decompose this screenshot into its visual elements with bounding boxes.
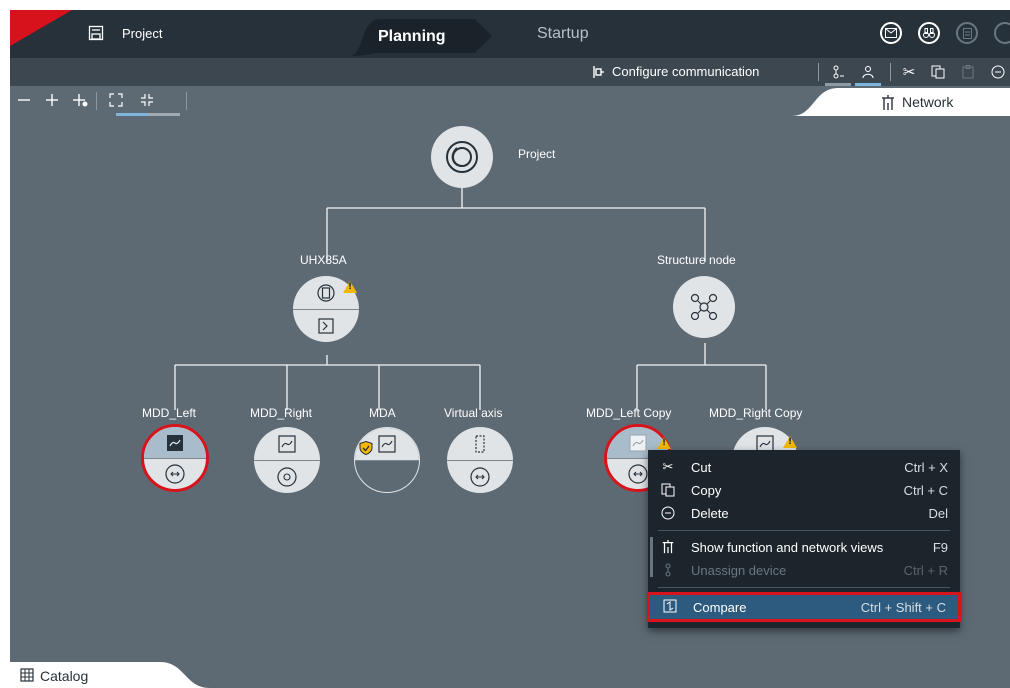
drive-icon [629,434,647,451]
menu-item-cut[interactable]: ✂ Cut Ctrl + X [648,456,960,478]
menu-item-shortcut: Del [928,506,948,521]
menu-item-shortcut: Ctrl + Shift + C [860,600,946,615]
rotation-icon [165,463,185,484]
project-node-label: Project [518,147,556,161]
menu-item-delete[interactable]: Delete Del [648,502,960,524]
menu-item-label: Copy [691,483,722,498]
menu-item-label: Cut [691,460,712,475]
drive-icon [378,435,396,453]
virtual-axis-half [447,427,513,461]
project-logo-icon [446,141,478,173]
group-label: Structure node [657,253,736,267]
catalog-label: Catalog [40,668,89,684]
warning-icon [657,437,671,449]
program-icon [318,317,334,334]
drive-icon [167,434,183,451]
device-node[interactable] [354,427,420,493]
controller-icon [317,283,335,302]
network-icon [660,539,676,555]
axis-half [254,460,320,493]
menu-item-shortcut: Ctrl + X [904,460,948,475]
device-label: MDD_Right Copy [709,406,803,420]
hub-icon [690,293,718,321]
safety-shield-icon [359,441,373,455]
device-label: MDD_Left [142,406,197,420]
copy-icon [660,482,676,498]
rotation-icon [628,463,648,484]
menu-item-label: Compare [693,600,747,615]
project-node[interactable] [431,126,493,188]
device-node[interactable] [254,427,320,493]
group-label: UHX85A [300,253,347,267]
axis-half [144,458,206,489]
warning-icon [783,436,797,448]
catalog-tab[interactable]: Catalog [10,662,210,688]
device-label: Virtual axis [444,406,503,420]
rotation-icon [277,466,297,487]
rotation-icon [470,466,490,487]
catalog-icon [20,668,34,682]
drive-half [254,427,320,461]
device-node-selected[interactable] [141,424,209,492]
menu-item-label: Show function and network views [691,540,884,555]
menu-item-label: Unassign device [691,563,787,578]
axis-half [447,460,513,493]
compare-icon [662,598,678,614]
cut-icon: ✂ [662,459,674,474]
device-label: MDA [369,406,396,420]
menu-separator [658,587,950,588]
drive-half [144,427,206,459]
menu-item-show-views[interactable]: Show function and network views F9 [648,536,960,558]
menu-item-shortcut: Ctrl + R [903,563,948,578]
menu-item-shortcut: F9 [932,540,948,555]
menu-item-copy[interactable]: Copy Ctrl + C [648,479,960,501]
menu-item-label: Delete [691,506,729,521]
context-menu: ✂ Cut Ctrl + X Copy Ctrl + C Delete Del … [647,450,961,628]
warning-icon [343,281,357,293]
device-node[interactable] [447,427,513,493]
menu-item-shortcut: Ctrl + C [903,483,948,498]
structure-node[interactable] [673,276,735,338]
device-label: MDD_Left Copy [586,406,672,420]
app-window: Project Planning Startup Configure commu… [10,10,1010,688]
drive-icon [278,434,296,453]
unassign-icon [660,562,676,578]
menu-item-unassign-device[interactable]: Unassign device Ctrl + R [648,559,960,581]
controller-node-bottom [293,309,359,342]
virtual-axis-icon [475,434,485,453]
menu-item-compare[interactable]: Compare Ctrl + Shift + C [647,592,961,622]
delete-icon [660,505,676,521]
menu-separator [658,530,950,531]
device-label: MDD_Right [250,406,313,420]
